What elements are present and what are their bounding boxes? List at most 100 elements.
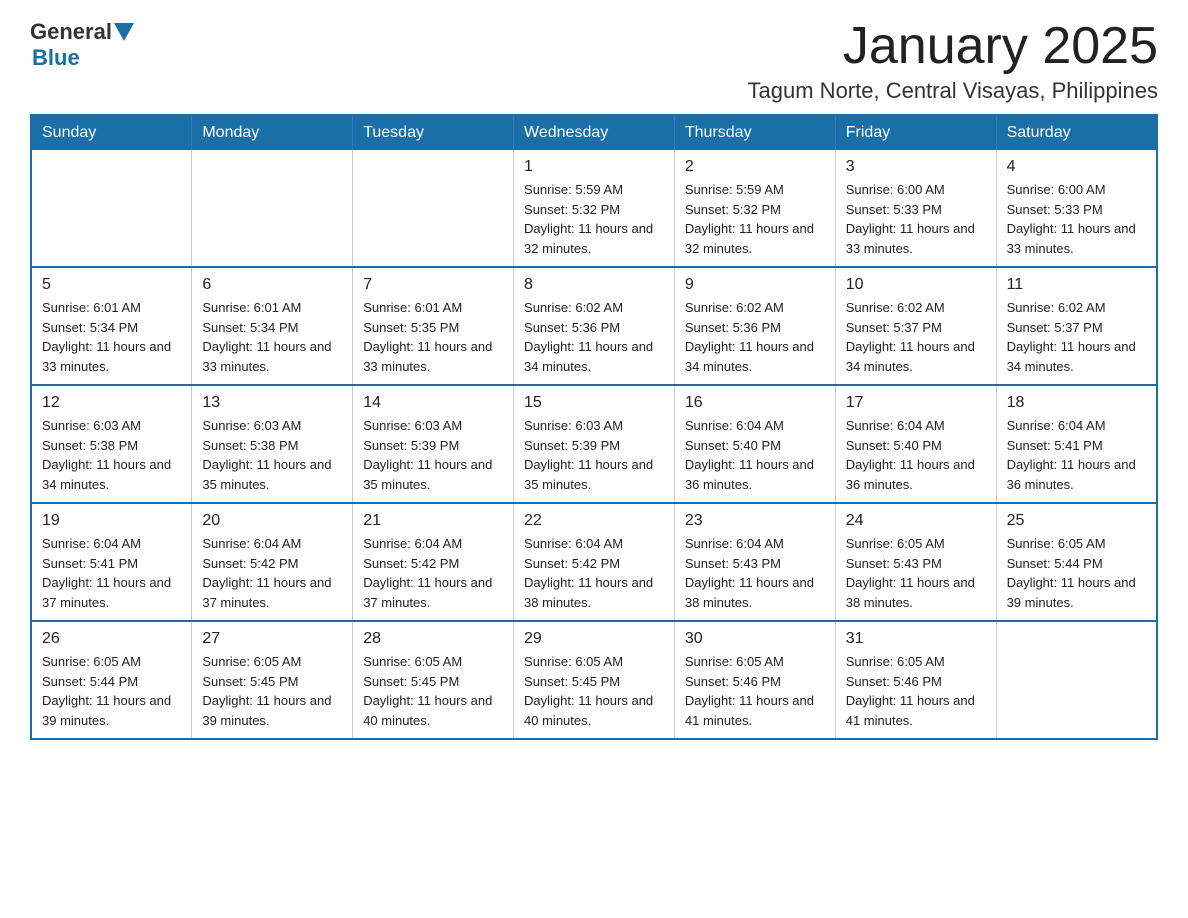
header-saturday: Saturday (996, 115, 1157, 150)
calendar-cell: 25 Sunrise: 6:05 AMSunset: 5:44 PMDayligh… (996, 503, 1157, 621)
day-number: 10 (846, 276, 986, 294)
day-info: Sunrise: 6:03 AMSunset: 5:39 PMDaylight:… (524, 416, 664, 494)
day-number: 18 (1007, 394, 1146, 412)
calendar-cell: 2Sunrise: 5:59 AMSunset: 5:32 PMDaylight… (674, 150, 835, 267)
calendar-cell: 13 Sunrise: 6:03 AMSunset: 5:38 PMDayligh… (192, 385, 353, 503)
logo: General Blue (30, 20, 134, 70)
page-title: January 2025 (748, 20, 1158, 72)
day-info: Sunrise: 6:04 AMSunset: 5:42 PMDaylight:… (524, 534, 664, 612)
day-number: 8 (524, 276, 664, 294)
day-info: Sunrise: 6:00 AMSunset: 5:33 PMDaylight:… (846, 180, 986, 258)
day-info: Sunrise: 6:05 AMSunset: 5:46 PMDaylight:… (685, 652, 825, 730)
calendar-cell: 6 Sunrise: 6:01 AMSunset: 5:34 PMDaylight… (192, 267, 353, 385)
day-info: Sunrise: 6:03 AMSunset: 5:39 PMDaylight:… (363, 416, 503, 494)
day-number: 3 (846, 158, 986, 176)
calendar-cell: 22Sunrise: 6:04 AMSunset: 5:42 PMDayligh… (514, 503, 675, 621)
day-info: Sunrise: 6:04 AMSunset: 5:40 PMDaylight:… (685, 416, 825, 494)
week-row-1: 1 Sunrise: 5:59 AMSunset: 5:32 PMDaylight… (31, 150, 1157, 267)
week-row-4: 19 Sunrise: 6:04 AMSunset: 5:41 PMDayligh… (31, 503, 1157, 621)
calendar-cell: 24 Sunrise: 6:05 AMSunset: 5:43 PMDayligh… (835, 503, 996, 621)
day-info: Sunrise: 6:04 AMSunset: 5:41 PMDaylight:… (42, 534, 181, 612)
day-info: Sunrise: 6:04 AMSunset: 5:42 PMDaylight:… (363, 534, 503, 612)
day-number: 6 (202, 276, 342, 294)
day-info: Sunrise: 6:04 AMSunset: 5:43 PMDaylight:… (685, 534, 825, 612)
day-number: 28 (363, 630, 503, 648)
day-number: 30 (685, 630, 825, 648)
day-number: 7 (363, 276, 503, 294)
logo-text-general: General (30, 20, 112, 44)
day-info: Sunrise: 6:05 AMSunset: 5:46 PMDaylight:… (846, 652, 986, 730)
day-info: Sunrise: 6:05 AMSunset: 5:44 PMDaylight:… (1007, 534, 1146, 612)
day-info: Sunrise: 6:05 AMSunset: 5:43 PMDaylight:… (846, 534, 986, 612)
calendar-cell: 29 Sunrise: 6:05 AMSunset: 5:45 PMDayligh… (514, 621, 675, 739)
calendar-cell: 15Sunrise: 6:03 AMSunset: 5:39 PMDayligh… (514, 385, 675, 503)
day-info: Sunrise: 6:04 AMSunset: 5:40 PMDaylight:… (846, 416, 986, 494)
day-number: 25 (1007, 512, 1146, 530)
header-friday: Friday (835, 115, 996, 150)
header-wednesday: Wednesday (514, 115, 675, 150)
day-number: 26 (42, 630, 181, 648)
calendar-cell: 14Sunrise: 6:03 AMSunset: 5:39 PMDayligh… (353, 385, 514, 503)
day-info: Sunrise: 6:04 AMSunset: 5:41 PMDaylight:… (1007, 416, 1146, 494)
day-number: 21 (363, 512, 503, 530)
calendar-cell: 26 Sunrise: 6:05 AMSunset: 5:44 PMDayligh… (31, 621, 192, 739)
day-info: Sunrise: 6:05 AMSunset: 5:44 PMDaylight:… (42, 652, 181, 730)
day-info: Sunrise: 6:03 AMSunset: 5:38 PMDaylight:… (202, 416, 342, 494)
day-number: 1 (524, 158, 664, 176)
calendar-header: SundayMondayTuesdayWednesdayThursdayFrid… (31, 115, 1157, 150)
calendar-table: SundayMondayTuesdayWednesdayThursdayFrid… (30, 114, 1158, 740)
calendar-cell: 11Sunrise: 6:02 AMSunset: 5:37 PMDayligh… (996, 267, 1157, 385)
day-number: 13 (202, 394, 342, 412)
calendar-cell: 12Sunrise: 6:03 AMSunset: 5:38 PMDayligh… (31, 385, 192, 503)
day-info: Sunrise: 5:59 AMSunset: 5:32 PMDaylight:… (524, 180, 664, 258)
day-info: Sunrise: 6:01 AMSunset: 5:34 PMDaylight:… (42, 298, 181, 376)
calendar-body: 1 Sunrise: 5:59 AMSunset: 5:32 PMDaylight… (31, 150, 1157, 739)
day-number: 20 (202, 512, 342, 530)
header-monday: Monday (192, 115, 353, 150)
header-row: SundayMondayTuesdayWednesdayThursdayFrid… (31, 115, 1157, 150)
day-info: Sunrise: 6:02 AMSunset: 5:37 PMDaylight:… (846, 298, 986, 376)
week-row-5: 26 Sunrise: 6:05 AMSunset: 5:44 PMDayligh… (31, 621, 1157, 739)
week-row-3: 12 Sunrise: 6:03 AMSunset: 5:38 PMDayligh… (31, 385, 1157, 503)
calendar-cell: 1 Sunrise: 5:59 AMSunset: 5:32 PMDaylight… (514, 150, 675, 267)
calendar-cell: 9Sunrise: 6:02 AMSunset: 5:36 PMDaylight… (674, 267, 835, 385)
day-number: 23 (685, 512, 825, 530)
calendar-cell: 23 Sunrise: 6:04 AMSunset: 5:43 PMDayligh… (674, 503, 835, 621)
calendar-cell: 16 Sunrise: 6:04 AMSunset: 5:40 PMDayligh… (674, 385, 835, 503)
day-info: Sunrise: 6:05 AMSunset: 5:45 PMDaylight:… (524, 652, 664, 730)
day-number: 19 (42, 512, 181, 530)
day-info: Sunrise: 6:05 AMSunset: 5:45 PMDaylight:… (202, 652, 342, 730)
calendar-cell: 8 Sunrise: 6:02 AMSunset: 5:36 PMDaylight… (514, 267, 675, 385)
day-number: 5 (42, 276, 181, 294)
day-number: 29 (524, 630, 664, 648)
day-info: Sunrise: 6:02 AMSunset: 5:37 PMDaylight:… (1007, 298, 1146, 376)
day-info: Sunrise: 6:05 AMSunset: 5:45 PMDaylight:… (363, 652, 503, 730)
day-info: Sunrise: 6:00 AMSunset: 5:33 PMDaylight:… (1007, 180, 1146, 258)
calendar-cell: 21 Sunrise: 6:04 AMSunset: 5:42 PMDayligh… (353, 503, 514, 621)
day-number: 27 (202, 630, 342, 648)
calendar-cell: 5 Sunrise: 6:01 AMSunset: 5:34 PMDaylight… (31, 267, 192, 385)
day-number: 24 (846, 512, 986, 530)
calendar-cell: 28 Sunrise: 6:05 AMSunset: 5:45 PMDayligh… (353, 621, 514, 739)
day-number: 31 (846, 630, 986, 648)
calendar-cell: 18 Sunrise: 6:04 AMSunset: 5:41 PMDayligh… (996, 385, 1157, 503)
day-number: 16 (685, 394, 825, 412)
title-block: January 2025 Tagum Norte, Central Visaya… (748, 20, 1158, 104)
day-info: Sunrise: 6:01 AMSunset: 5:34 PMDaylight:… (202, 298, 342, 376)
day-number: 4 (1007, 158, 1146, 176)
calendar-cell: 19 Sunrise: 6:04 AMSunset: 5:41 PMDayligh… (31, 503, 192, 621)
header-tuesday: Tuesday (353, 115, 514, 150)
day-info: Sunrise: 6:02 AMSunset: 5:36 PMDaylight:… (524, 298, 664, 376)
calendar-cell (353, 150, 514, 267)
calendar-cell: 30 Sunrise: 6:05 AMSunset: 5:46 PMDayligh… (674, 621, 835, 739)
calendar-cell: 10 Sunrise: 6:02 AMSunset: 5:37 PMDayligh… (835, 267, 996, 385)
day-number: 9 (685, 276, 825, 294)
calendar-cell: 4 Sunrise: 6:00 AMSunset: 5:33 PMDaylight… (996, 150, 1157, 267)
calendar-cell (996, 621, 1157, 739)
calendar-cell (192, 150, 353, 267)
page-subtitle: Tagum Norte, Central Visayas, Philippine… (748, 78, 1158, 104)
week-row-2: 5 Sunrise: 6:01 AMSunset: 5:34 PMDaylight… (31, 267, 1157, 385)
day-info: Sunrise: 6:04 AMSunset: 5:42 PMDaylight:… (202, 534, 342, 612)
calendar-cell: 3 Sunrise: 6:00 AMSunset: 5:33 PMDaylight… (835, 150, 996, 267)
day-number: 12 (42, 394, 181, 412)
